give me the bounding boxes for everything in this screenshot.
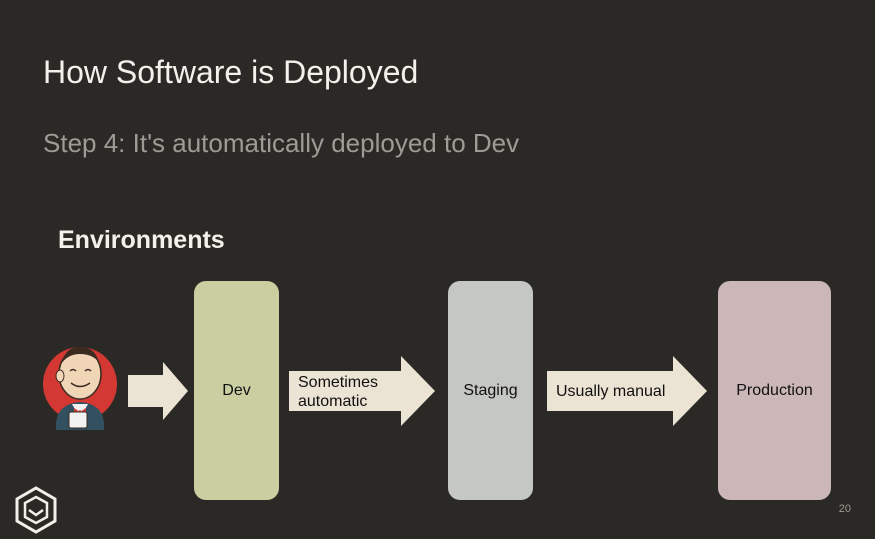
slide-title: How Software is Deployed: [43, 54, 419, 90]
environment-label-staging: Staging: [463, 381, 518, 399]
brand-logo-icon: [15, 486, 57, 534]
environment-staging: Staging: [448, 281, 533, 500]
slide-subtitle: Step 4: It's automatically deployed to D…: [43, 128, 520, 158]
environment-label-dev: Dev: [222, 381, 251, 399]
arrow-jenkins-to-dev: [128, 362, 188, 420]
environment-dev: Dev: [194, 281, 279, 500]
slide: How Software is Deployed Step 4: It's au…: [0, 0, 875, 539]
arrow-label-staging-to-production: Usually manual: [556, 383, 666, 400]
arrow-shape: [128, 362, 188, 420]
environment-production: Production: [718, 281, 831, 500]
page-number: 20: [838, 503, 851, 515]
arrow-label-dev-to-staging: Sometimes automatic: [298, 374, 379, 410]
section-heading: Environments: [58, 226, 225, 254]
jenkins-butler-icon: [43, 346, 117, 430]
environment-label-production: Production: [736, 381, 813, 399]
